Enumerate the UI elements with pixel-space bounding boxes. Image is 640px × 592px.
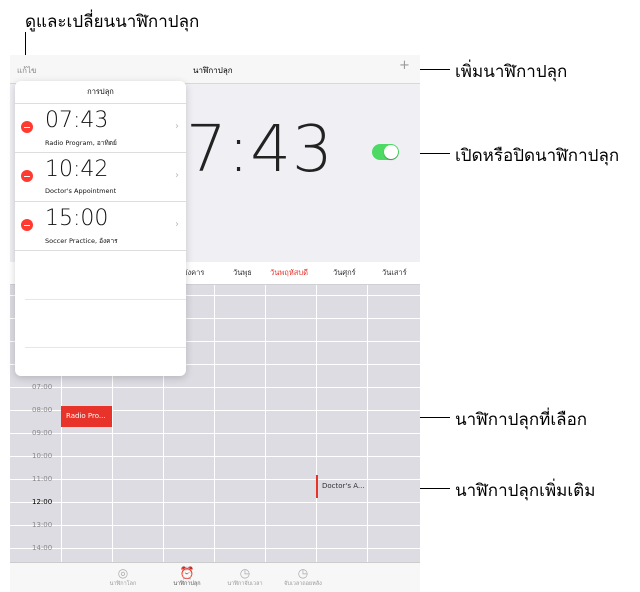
alarm-clock-icon: ⏰ bbox=[179, 566, 195, 580]
delete-alarm-button[interactable] bbox=[21, 170, 33, 182]
chevron-right-icon: › bbox=[175, 219, 179, 230]
event-label: Radio Pro... bbox=[66, 412, 106, 420]
alarms-popover: การปลุก 07:43 Radio Program, อาทิตย์ › 1… bbox=[15, 81, 186, 376]
grid-divider bbox=[265, 285, 266, 562]
grid-divider bbox=[10, 548, 420, 549]
grid-divider bbox=[367, 285, 368, 562]
selected-alarm-event[interactable]: Radio Pro... bbox=[61, 406, 112, 427]
day-label: วันเสาร์ bbox=[382, 268, 407, 277]
callout-toggle-alarm: เปิดหรือปิดนาฬิกาปลุก bbox=[455, 146, 620, 166]
alarm-time: 15:00 bbox=[45, 206, 109, 231]
timer-icon: ◷ bbox=[297, 566, 309, 580]
hour-label: 11:00 bbox=[32, 475, 53, 483]
day-label: อังคาร bbox=[183, 268, 205, 277]
alarm-label: Radio Program, อาทิตย์ bbox=[45, 139, 117, 147]
tab-label: จับเวลาถอยหลัง bbox=[284, 581, 322, 587]
callout-add-alarm: เพิ่มนาฬิกาปลุก bbox=[455, 62, 568, 82]
delete-alarm-button[interactable] bbox=[21, 219, 33, 231]
grid-divider bbox=[10, 433, 420, 434]
grid-divider bbox=[10, 387, 420, 388]
hour-label: 08:00 bbox=[32, 406, 53, 414]
callout-more-alarms: นาฬิกาปลุกเพิ่มเติม bbox=[455, 481, 596, 501]
hour-label: 13:00 bbox=[32, 521, 53, 529]
edit-button[interactable]: แก้ไข bbox=[17, 64, 37, 77]
alarm-row[interactable]: 15:00 Soccer Practice, อังคาร › bbox=[15, 202, 186, 251]
event-label: Doctor's A... bbox=[322, 482, 365, 490]
day-label-highlight: วันพฤหัสบดี bbox=[270, 268, 308, 277]
callout-selected-alarm: นาฬิกาปลุกที่เลือก bbox=[455, 410, 588, 430]
alarm-time: 10:42 bbox=[45, 157, 109, 182]
alarm-label: Doctor's Appointment bbox=[45, 187, 117, 195]
grid-divider bbox=[10, 456, 420, 457]
globe-icon: ◎ bbox=[117, 566, 129, 580]
tab-alarm[interactable]: ⏰ นาฬิกาปลุก bbox=[157, 566, 217, 588]
day-label: วันศุกร์ bbox=[333, 268, 356, 277]
grid-divider bbox=[10, 502, 420, 503]
chevron-right-icon: › bbox=[175, 121, 179, 132]
hour-label: 07:00 bbox=[32, 383, 53, 391]
empty-row-divider bbox=[25, 347, 186, 348]
alarm-row[interactable]: 07:43 Radio Program, อาทิตย์ › bbox=[15, 104, 186, 153]
tab-label: นาฬิกาโลก bbox=[109, 581, 137, 587]
callout-view-change: ดูและเปลี่ยนนาฬิกาปลุก bbox=[25, 12, 200, 32]
hour-label: 10:00 bbox=[32, 452, 53, 460]
tab-label: นาฬิกาจับเวลา bbox=[227, 581, 263, 587]
empty-row-divider bbox=[25, 299, 186, 300]
grid-divider bbox=[316, 285, 317, 562]
nav-bar: แก้ไข นาฬิกาปลุก + bbox=[10, 55, 420, 84]
chevron-right-icon: › bbox=[175, 170, 179, 181]
alarm-time: 07:43 bbox=[45, 108, 109, 133]
tab-world-clock[interactable]: ◎ นาฬิกาโลก bbox=[93, 566, 153, 588]
tab-label: นาฬิกาปลุก bbox=[173, 581, 201, 587]
big-alarm-time: 7:43 bbox=[186, 113, 334, 187]
hour-label: 12:00 bbox=[32, 498, 53, 506]
grid-divider bbox=[10, 525, 420, 526]
tab-bar: ◎ นาฬิกาโลก ⏰ นาฬิกาปลุก ◷ นาฬิกาจับเวลา… bbox=[10, 562, 420, 592]
delete-alarm-button[interactable] bbox=[21, 121, 33, 133]
grid-divider bbox=[214, 285, 215, 562]
stopwatch-icon: ◷ bbox=[239, 566, 251, 580]
nav-title: นาฬิกาปลุก bbox=[193, 66, 233, 75]
event-marker bbox=[316, 475, 318, 498]
add-alarm-button[interactable]: + bbox=[399, 58, 410, 73]
additional-alarm-event[interactable]: Doctor's A... bbox=[316, 475, 367, 498]
tab-stopwatch[interactable]: ◷ นาฬิกาจับเวลา bbox=[215, 566, 275, 588]
tab-timer[interactable]: ◷ จับเวลาถอยหลัง bbox=[273, 566, 333, 588]
toggle-knob bbox=[384, 145, 398, 159]
hour-label: 09:00 bbox=[32, 429, 53, 437]
popover-title: การปลุก bbox=[15, 81, 186, 104]
alarm-label: Soccer Practice, อังคาร bbox=[45, 237, 118, 245]
day-label: วันพุธ bbox=[233, 268, 252, 277]
alarm-row[interactable]: 10:42 Doctor's Appointment › bbox=[15, 153, 186, 202]
alarm-toggle[interactable] bbox=[372, 144, 399, 160]
hour-label: 14:00 bbox=[32, 544, 53, 552]
